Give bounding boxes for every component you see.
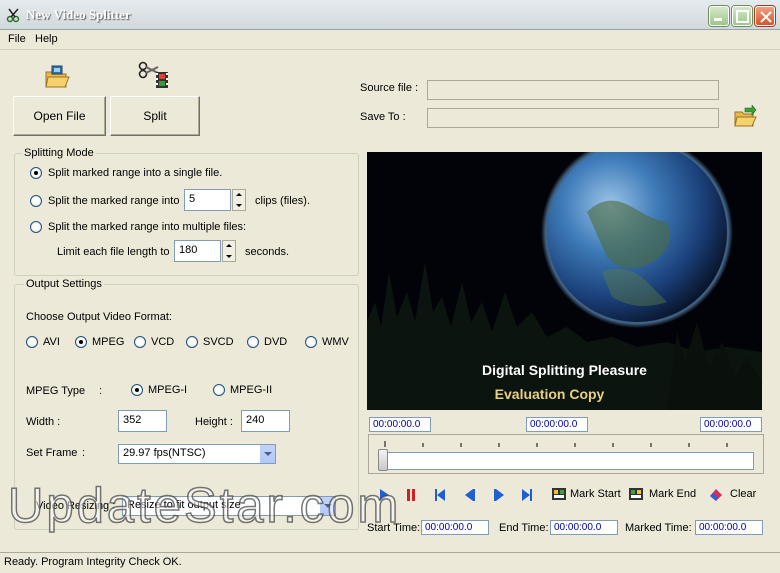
timeline-slider[interactable] — [382, 452, 754, 470]
mark-start-button[interactable]: Mark Start — [551, 486, 621, 502]
status-bar: Ready. Program Integrity Check OK. — [0, 552, 780, 573]
mark-end-label: Mark End — [649, 488, 697, 500]
pause-icon[interactable] — [404, 488, 418, 502]
chevron-down-icon — [259, 445, 275, 463]
step-back-icon[interactable] — [463, 488, 477, 502]
maximize-button[interactable] — [732, 6, 752, 26]
split-label: Split — [143, 109, 167, 123]
close-button[interactable] — [755, 6, 775, 26]
height-label: Height : — [195, 416, 233, 428]
film-mark-start-icon — [552, 488, 566, 500]
scissors-film-icon — [138, 60, 172, 90]
set-frame-label: Set Frame — [26, 447, 78, 459]
save-to-label: Save To : — [360, 111, 406, 123]
format-vcd-radio[interactable] — [134, 336, 146, 348]
output-settings-title: Output Settings — [24, 278, 104, 290]
marked-time-label: Marked Time: — [625, 522, 692, 534]
clips-count-input[interactable]: 5 — [184, 189, 231, 211]
clear-button[interactable]: Clear — [708, 486, 756, 502]
mpeg1-label: MPEG-I — [148, 384, 188, 396]
step-forward-icon[interactable] — [492, 488, 506, 502]
split-single-label: Split marked range into a single file. — [48, 167, 223, 179]
menu-help[interactable]: Help — [35, 32, 58, 46]
output-format-label: Choose Output Video Format: — [26, 311, 172, 323]
limit-unit-label: seconds. — [245, 246, 290, 258]
open-folder-icon — [44, 64, 70, 90]
format-svcd-radio[interactable] — [186, 336, 198, 348]
split-multiple-label: Split the marked range into multiple fil… — [48, 221, 247, 233]
split-multiple-radio[interactable] — [30, 221, 42, 233]
split-button[interactable]: Split — [110, 96, 200, 136]
limit-length-stepper[interactable] — [222, 240, 236, 262]
source-file-label: Source file : — [360, 82, 419, 94]
film-mark-end-icon — [629, 488, 643, 500]
split-clips-radio[interactable] — [30, 195, 42, 207]
minimize-icon — [714, 18, 722, 21]
menu-file[interactable]: File — [8, 32, 26, 46]
mpeg2-label: MPEG-II — [230, 384, 273, 396]
app-icon — [6, 7, 22, 23]
status-text: Ready. Program Integrity Check OK. — [4, 556, 182, 568]
width-input[interactable]: 352 — [118, 410, 167, 432]
minimize-button[interactable] — [709, 6, 729, 26]
mpeg-type-colon: : — [99, 385, 103, 397]
format-vcd-label: VCD — [151, 336, 175, 348]
menu-bar — [0, 30, 780, 50]
splitting-mode-title: Splitting Mode — [22, 147, 96, 159]
skip-to-end-icon[interactable] — [520, 488, 534, 502]
format-wmv-label: WMV — [322, 336, 349, 348]
mpeg1-radio[interactable] — [131, 384, 143, 396]
video-preview: Digital Splitting Pleasure Evaluation Co… — [367, 152, 762, 410]
height-input[interactable]: 240 — [241, 410, 290, 432]
timeline-track — [368, 434, 764, 474]
limit-length-label: Limit each file length to — [57, 246, 170, 258]
video-caption-title: Digital Splitting Pleasure — [482, 362, 647, 378]
format-svcd-label: SVCD — [203, 336, 234, 348]
frame-rate-value: 29.97 fps(NTSC) — [123, 447, 206, 459]
close-icon — [760, 11, 772, 23]
mpeg2-radio[interactable] — [213, 384, 225, 396]
watermark-text: UpdateStar.com — [7, 478, 402, 534]
format-avi-label: AVI — [43, 336, 60, 348]
format-mpeg-radio[interactable] — [75, 336, 87, 348]
timeline-end-time: 00:00:00.0 — [700, 417, 762, 432]
clear-label: Clear — [730, 488, 757, 500]
start-time-value: 00:00:00.0 — [421, 520, 489, 535]
limit-length-input[interactable]: 180 — [174, 240, 221, 262]
open-file-label: Open File — [33, 109, 86, 123]
skip-to-start-icon[interactable] — [433, 488, 447, 502]
eraser-icon — [710, 489, 722, 501]
width-label: Width : — [26, 416, 61, 428]
end-time-label: End Time: — [499, 522, 549, 534]
set-frame-colon: : — [82, 447, 86, 459]
format-dvd-label: DVD — [264, 336, 288, 348]
format-mpeg-label: MPEG — [92, 336, 125, 348]
format-dvd-radio[interactable] — [247, 336, 259, 348]
maximize-icon — [736, 10, 749, 23]
end-time-value: 00:00:00.0 — [550, 520, 618, 535]
window-title: New Video Splitter — [26, 7, 131, 22]
open-file-button[interactable]: Open File — [13, 96, 106, 136]
split-single-radio[interactable] — [30, 167, 42, 179]
source-file-field[interactable] — [427, 80, 719, 100]
timeline-mid-time: 00:00:00.0 — [526, 417, 588, 432]
save-to-field[interactable] — [427, 108, 719, 128]
timeline-start-time: 00:00:00.0 — [369, 417, 431, 432]
folder-arrow-icon — [734, 104, 757, 127]
clips-unit-label: clips (files). — [255, 195, 311, 207]
marked-time-value: 00:00:00.0 — [695, 520, 763, 535]
timeline-thumb[interactable] — [378, 449, 388, 471]
format-avi-radio[interactable] — [26, 336, 38, 348]
format-wmv-radio[interactable] — [305, 336, 317, 348]
video-caption-evaluation: Evaluation Copy — [494, 386, 605, 402]
mark-end-button[interactable]: Mark End — [628, 486, 696, 502]
mark-start-label: Mark Start — [570, 488, 621, 500]
split-clips-label: Split the marked range into — [48, 195, 180, 207]
browse-folder-button[interactable] — [733, 104, 757, 129]
clips-count-stepper[interactable] — [232, 189, 246, 211]
timeline-ticks — [384, 441, 728, 447]
frame-rate-select[interactable]: 29.97 fps(NTSC) — [118, 444, 276, 464]
mpeg-type-label: MPEG Type — [26, 385, 86, 397]
